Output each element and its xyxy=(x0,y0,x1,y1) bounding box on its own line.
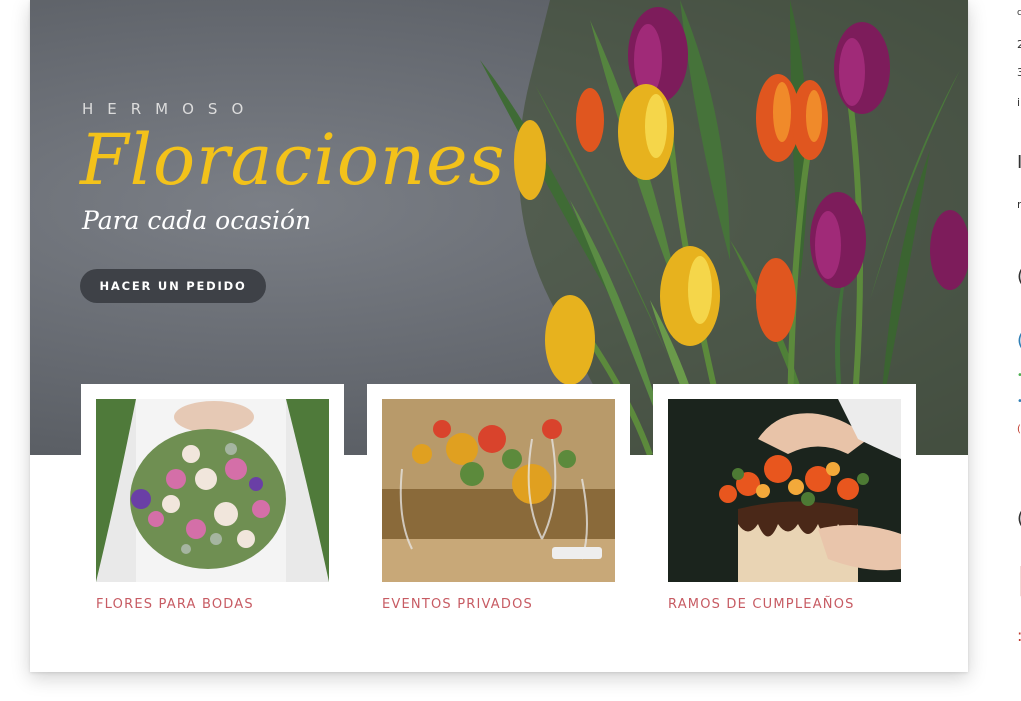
sidebar-fragment: I xyxy=(1017,152,1021,173)
sidebar-fragment: c xyxy=(1017,8,1021,18)
sidebar-fragment: | xyxy=(1017,562,1021,597)
tile-caption[interactable]: FLORES PARA BODAS xyxy=(96,597,254,612)
cropped-sidebar: c 2 3 i I r ( ( • • ( ( | : xyxy=(1016,0,1021,701)
service-tile-private-events: EVENTOS PRIVADOS xyxy=(367,384,630,624)
sidebar-fragment: r xyxy=(1017,198,1021,211)
tile-caption[interactable]: RAMOS DE CUMPLEAÑOS xyxy=(668,597,855,612)
order-button[interactable]: HACER UN PEDIDO xyxy=(80,269,266,303)
event-table-flowers-photo[interactable] xyxy=(382,399,615,582)
sidebar-fragment: ( xyxy=(1017,508,1021,529)
sidebar-fragment: i xyxy=(1017,96,1021,109)
hero-card: HERMOSO Floraciones Para cada ocasión HA… xyxy=(30,0,968,672)
sidebar-fragment: 2 xyxy=(1017,38,1021,51)
sidebar-fragment: ( xyxy=(1017,266,1021,287)
bridal-bouquet-photo[interactable] xyxy=(96,399,329,582)
sidebar-fragment: • xyxy=(1017,370,1021,381)
birthday-cake-flowers-photo[interactable] xyxy=(668,399,901,582)
service-tile-weddings: FLORES PARA BODAS xyxy=(81,384,344,624)
sidebar-fragment: ( xyxy=(1017,330,1021,351)
sidebar-fragment: • xyxy=(1017,396,1021,407)
sidebar-fragment: 3 xyxy=(1017,66,1021,79)
tile-caption[interactable]: EVENTOS PRIVADOS xyxy=(382,597,533,612)
service-tile-birthdays: RAMOS DE CUMPLEAÑOS xyxy=(653,384,916,624)
hero-headline: Floraciones xyxy=(80,119,506,201)
hero-tagline: Para cada ocasión xyxy=(82,206,312,235)
sidebar-fragment: : xyxy=(1017,626,1021,645)
hero-kicker: HERMOSO xyxy=(82,100,258,118)
sidebar-fragment: ( xyxy=(1017,424,1021,435)
